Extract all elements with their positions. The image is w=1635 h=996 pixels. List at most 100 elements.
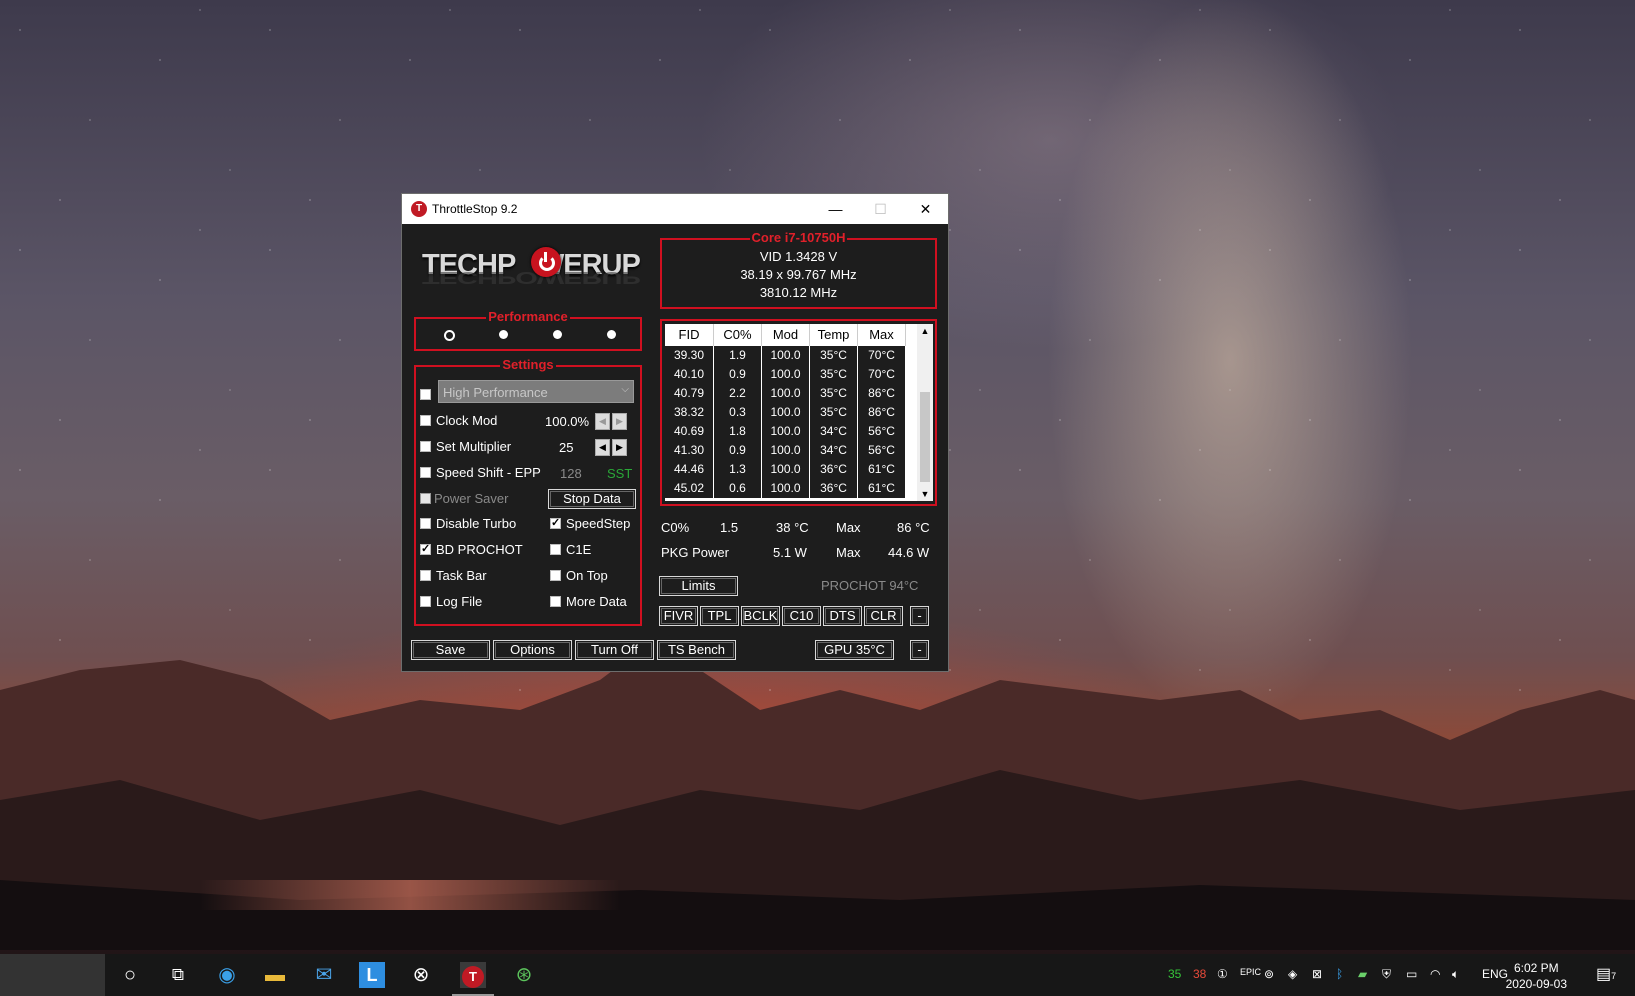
table-cell: 2.2 <box>714 384 761 403</box>
epic-games-icon[interactable]: EPIC <box>1240 967 1261 977</box>
steam-icon[interactable]: ⊚ <box>1264 967 1274 981</box>
clock-mod-increase[interactable]: ▶ <box>612 413 627 430</box>
minimize-button[interactable]: — <box>813 194 858 224</box>
table-scrollbar[interactable]: ▲ ▼ <box>917 324 933 501</box>
power-saver-checkbox <box>420 493 431 504</box>
table-cell: 1.8 <box>714 422 761 441</box>
power-max-label: Max <box>836 545 861 560</box>
table-row: 38.32 0.3 100.0 35°C 86°C <box>665 403 917 423</box>
table-header-temp: Temp <box>810 324 858 346</box>
lenovo-vantage-icon[interactable]: L <box>359 962 385 988</box>
table-cell: 70°C <box>858 365 905 384</box>
table-row: 41.30 0.9 100.0 34°C 56°C <box>665 441 917 461</box>
task-bar-checkbox[interactable] <box>420 570 431 581</box>
fivr-button[interactable]: FIVR <box>659 606 698 626</box>
app-tray-icon[interactable]: ◈ <box>1288 967 1297 981</box>
clock-mod-decrease[interactable]: ◀ <box>595 413 610 430</box>
c10-button[interactable]: C10 <box>782 606 821 626</box>
log-file-checkbox[interactable] <box>420 596 431 607</box>
chevron-down-icon: ⌵ <box>621 384 629 395</box>
scroll-down-icon[interactable]: ▼ <box>917 487 933 501</box>
table-header-fid: FID <box>665 324 714 346</box>
profile-radio-1[interactable] <box>444 330 455 341</box>
table-cell: 0.6 <box>714 479 761 498</box>
bottom-minus-button[interactable]: - <box>910 640 929 660</box>
table-cell: 39.30 <box>665 346 713 365</box>
profile-radio-4[interactable] <box>607 330 616 339</box>
title-bar[interactable]: T ThrottleStop 9.2 — ☐ ✕ <box>402 194 948 224</box>
clock-time: 6:02 PM <box>1513 961 1559 975</box>
tools-minus-button[interactable]: - <box>910 606 929 626</box>
gpu-button[interactable]: GPU 35°C <box>815 640 894 660</box>
bclk-button[interactable]: BCLK <box>741 606 780 626</box>
throttlestop-taskbar-icon[interactable]: T <box>452 962 494 996</box>
table-cell: 100.0 <box>762 460 809 479</box>
throttlestop-tray-icon[interactable]: ① <box>1217 967 1228 981</box>
wallpaper-lake <box>200 880 620 910</box>
dts-button[interactable]: DTS <box>823 606 862 626</box>
clock-date: 2020-09-03 <box>1505 977 1567 991</box>
wifi-icon[interactable]: ◠ <box>1430 967 1440 981</box>
clr-button[interactable]: CLR <box>864 606 903 626</box>
table-row: 39.30 1.9 100.0 35°C 70°C <box>665 346 917 366</box>
table-header-c0: C0% <box>714 324 762 346</box>
clock[interactable]: 6:02 PM 2020-09-03 <box>1506 960 1567 992</box>
task-view-icon[interactable]: ⧉ <box>165 962 191 988</box>
ts-bench-button[interactable]: TS Bench <box>657 640 736 660</box>
table-cell: 100.0 <box>762 479 809 498</box>
geforce-icon[interactable]: ▰ <box>1358 967 1367 981</box>
cortana-icon[interactable]: ○ <box>117 962 143 988</box>
save-button[interactable]: Save <box>411 640 490 660</box>
turn-off-button[interactable]: Turn Off <box>575 640 654 660</box>
taskbar-search-area[interactable] <box>0 954 105 996</box>
performance-group: Performance <box>414 309 642 351</box>
xbox-game-bar-icon[interactable]: ⊛ <box>511 962 537 988</box>
taskbar: ○ ⧉ ◉ ▬ ✉ L ⊗ T ⊛ 35 38 ① EPIC ⊚ ◈ ⊠ ᛒ ▰… <box>0 954 1635 996</box>
throttlestop-window: T ThrottleStop 9.2 — ☐ ✕ TECHPOWERUP TEC… <box>401 193 949 672</box>
scroll-thumb[interactable] <box>920 392 930 482</box>
bluetooth-icon[interactable]: ᛒ <box>1336 967 1343 981</box>
security-icon[interactable]: ⛨ <box>1382 967 1391 982</box>
frequency-readout: 3810.12 MHz <box>759 285 838 300</box>
volume-icon[interactable]: 🔈︎ <box>1452 967 1459 982</box>
stop-data-button[interactable]: Stop Data <box>548 489 636 509</box>
notifications-icon[interactable]: ▤7 <box>1596 964 1616 984</box>
tray-temp-1: 35 <box>1168 967 1182 981</box>
table-cell: 36°C <box>810 460 857 479</box>
set-multiplier-decrease[interactable]: ◀ <box>595 439 610 456</box>
profile-radio-2[interactable] <box>499 330 508 339</box>
file-explorer-icon[interactable]: ▬ <box>262 962 288 988</box>
tpl-button[interactable]: TPL <box>700 606 739 626</box>
profile-enable-checkbox[interactable] <box>420 389 431 400</box>
clock-mod-checkbox[interactable] <box>420 415 431 426</box>
temp-max-label: Max <box>836 520 861 535</box>
bd-prochot-checkbox[interactable] <box>420 542 431 555</box>
speed-shift-checkbox[interactable] <box>420 467 431 478</box>
table-cell: 0.9 <box>714 365 761 384</box>
language-indicator[interactable]: ENG <box>1482 967 1508 981</box>
table-cell: 35°C <box>810 365 857 384</box>
speedstep-checkbox[interactable] <box>550 516 561 529</box>
table-cell: 35°C <box>810 346 857 365</box>
set-multiplier-checkbox[interactable] <box>420 441 431 452</box>
profile-radio-3[interactable] <box>553 330 562 339</box>
table-row: 40.10 0.9 100.0 35°C 70°C <box>665 365 917 385</box>
battery-icon[interactable]: ▭ <box>1406 967 1417 981</box>
mail-icon[interactable]: ✉ <box>311 962 337 988</box>
power-icon <box>531 247 561 277</box>
on-top-checkbox[interactable] <box>550 570 561 581</box>
xbox-icon[interactable]: ⊗ <box>408 962 434 988</box>
table-cell: 0.9 <box>714 441 761 460</box>
set-multiplier-increase[interactable]: ▶ <box>612 439 627 456</box>
profile-combo[interactable]: High Performance ⌵ <box>438 380 634 403</box>
disable-turbo-checkbox[interactable] <box>420 518 431 529</box>
close-button[interactable]: ✕ <box>903 194 948 224</box>
clock-mod-value: 100.0% <box>545 414 590 429</box>
nvidia-icon[interactable]: ⊠ <box>1312 967 1322 981</box>
options-button[interactable]: Options <box>493 640 572 660</box>
scroll-up-icon[interactable]: ▲ <box>917 324 933 338</box>
more-data-checkbox[interactable] <box>550 596 561 607</box>
c1e-checkbox[interactable] <box>550 544 561 555</box>
limits-button[interactable]: Limits <box>659 576 738 596</box>
edge-icon[interactable]: ◉ <box>214 962 240 988</box>
